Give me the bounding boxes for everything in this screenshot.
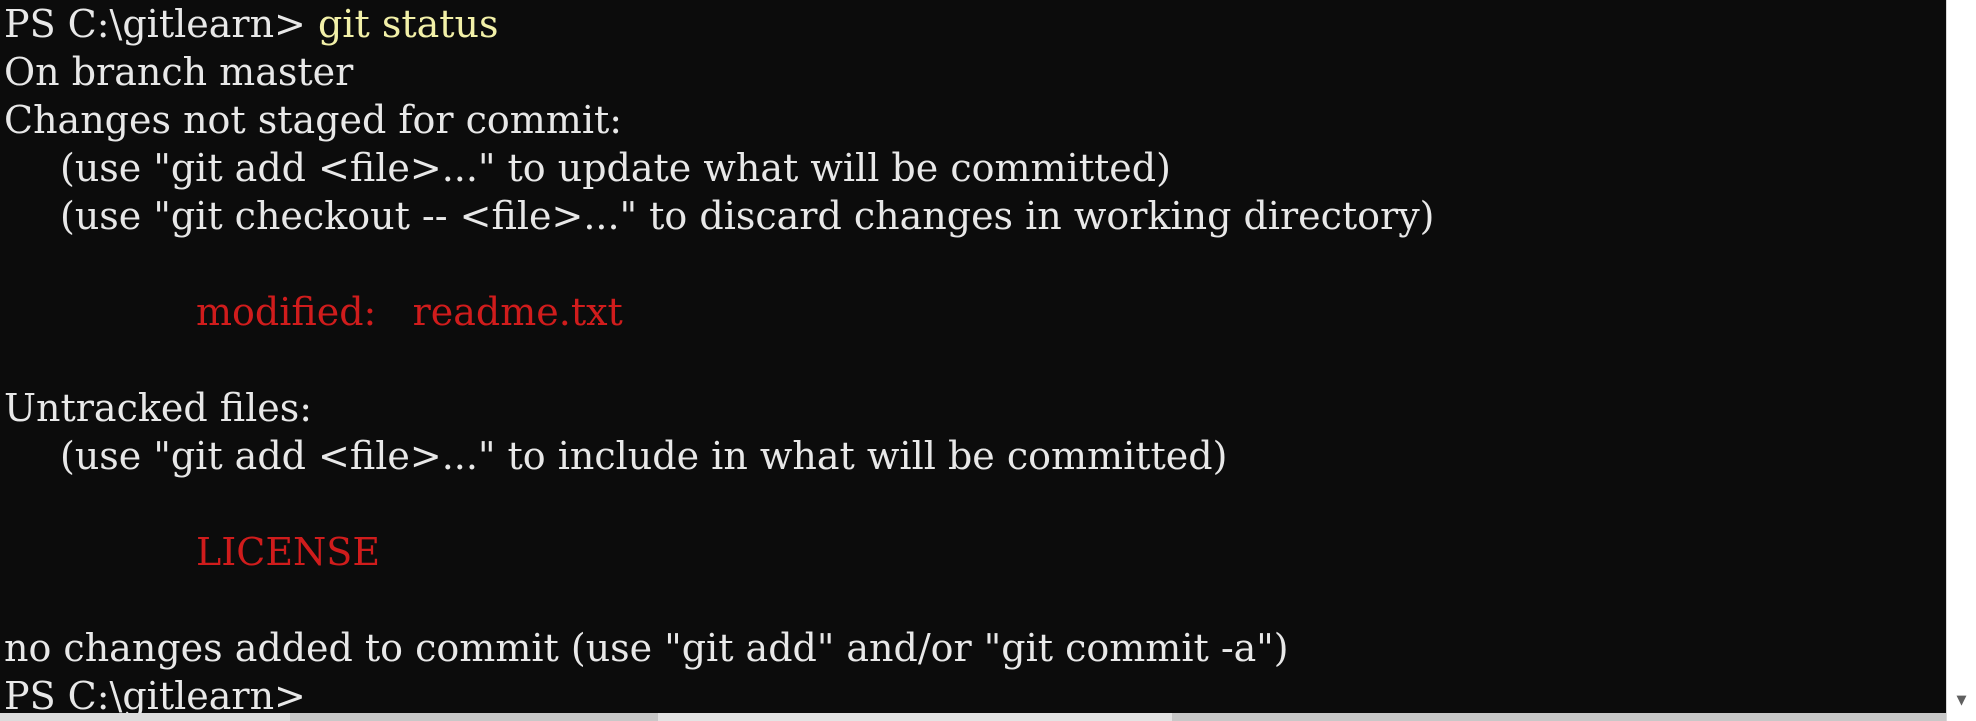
scrollbar-thumb[interactable] — [1947, 0, 1976, 720]
bottom-border-segment — [0, 713, 290, 721]
hint-add-line: (use "git add <file>..." to update what … — [60, 146, 1171, 190]
summary-line: no changes added to commit (use "git add… — [4, 626, 1289, 670]
modified-file-line: modified: readme.txt — [4, 288, 1435, 336]
command-text: git status — [317, 2, 499, 46]
terminal-output: PS C:\gitlearn> git status On branch mas… — [4, 0, 1435, 720]
command-line: PS C:\gitlearn> git status — [4, 0, 1435, 48]
modified-file-name: readme.txt — [412, 290, 623, 334]
bottom-border-segment — [658, 713, 1172, 721]
terminal-window[interactable]: PS C:\gitlearn> git status On branch mas… — [0, 0, 1946, 721]
prompt: PS C:\gitlearn> — [4, 2, 306, 46]
final-prompt: PS C:\gitlearn> — [4, 674, 306, 718]
modified-label: modified: — [196, 290, 377, 334]
untracked-header: Untracked files: — [4, 386, 313, 430]
bottom-border — [0, 713, 1946, 721]
hint-checkout-line: (use "git checkout -- <file>..." to disc… — [60, 194, 1435, 238]
branch-line: On branch master — [4, 50, 354, 94]
hint-untracked-line: (use "git add <file>..." to include in w… — [60, 434, 1228, 478]
vertical-scrollbar[interactable]: ▼ — [1946, 0, 1976, 721]
changes-header: Changes not staged for commit: — [4, 98, 623, 142]
scroll-down-icon[interactable]: ▼ — [1947, 689, 1976, 713]
untracked-file-line: LICENSE — [196, 530, 381, 574]
